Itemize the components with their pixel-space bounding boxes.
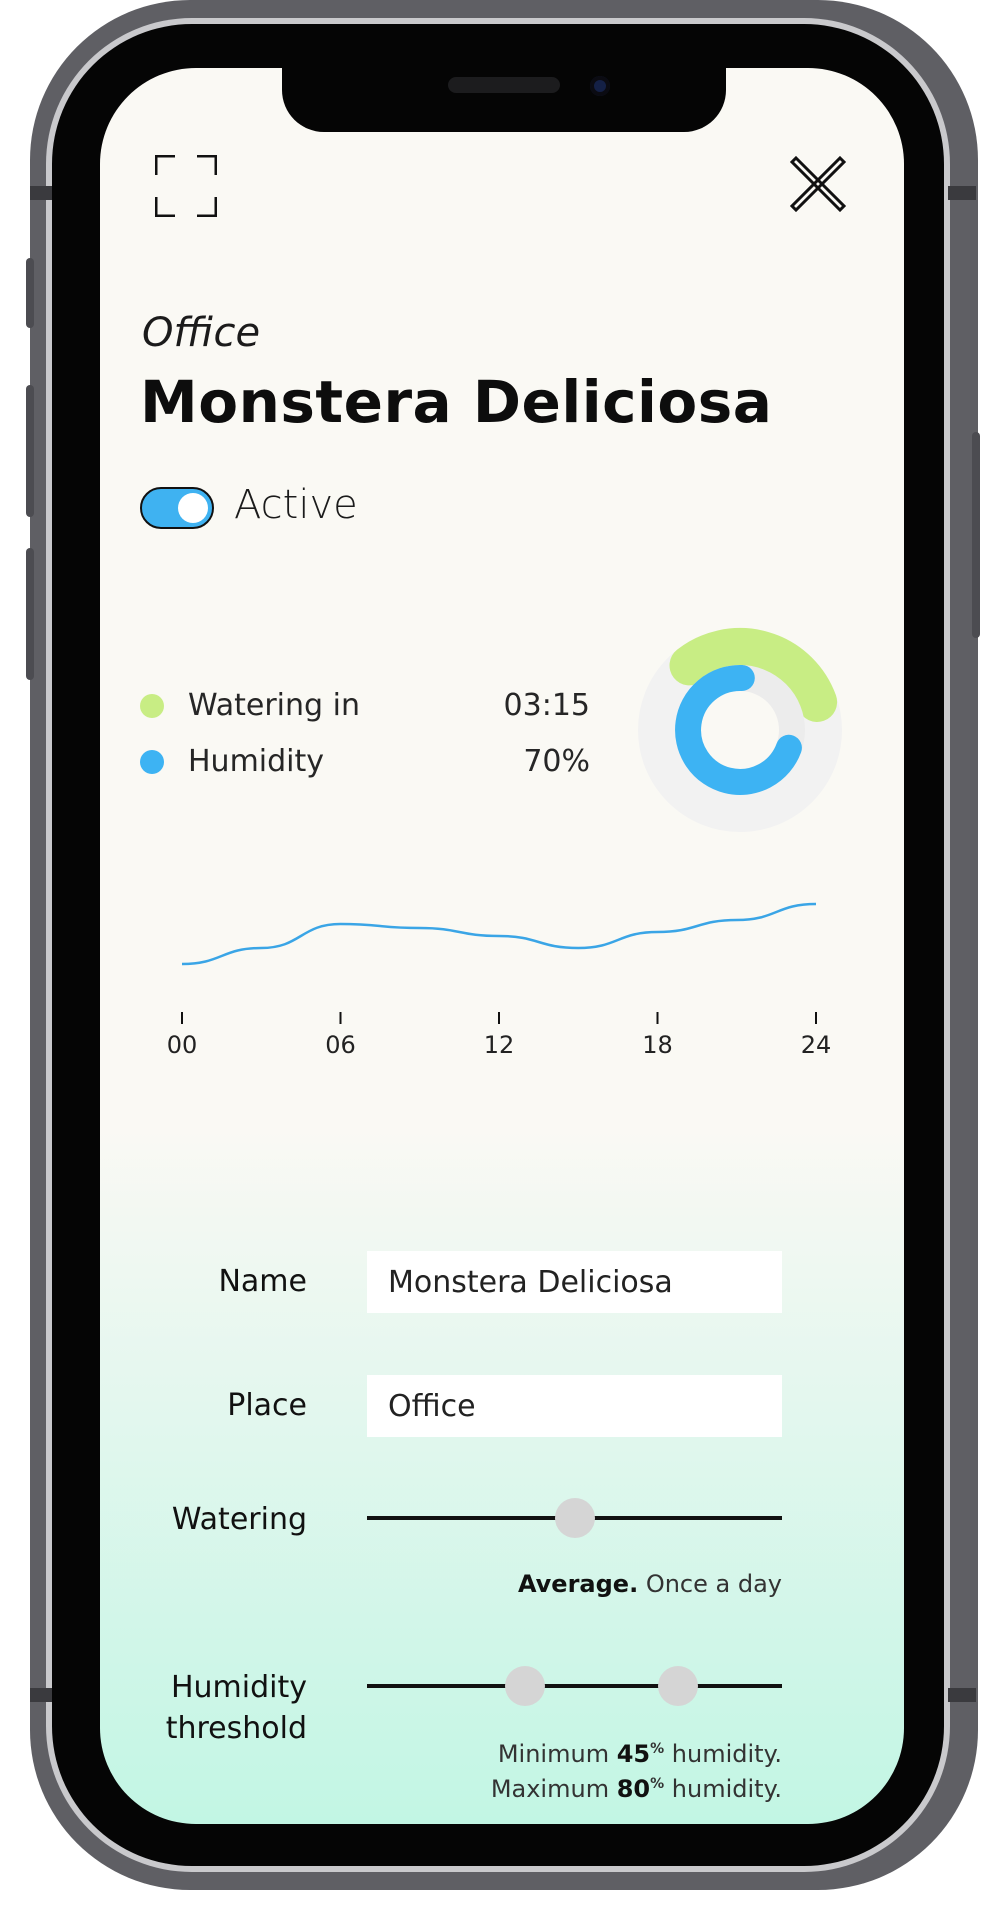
humidity-line-chart: 00 06 12 18 24 bbox=[167, 902, 832, 1059]
humidity-threshold-label-line2: threshold bbox=[165, 1711, 307, 1746]
min-prefix: Minimum bbox=[497, 1740, 610, 1768]
max-percent: % bbox=[650, 1776, 665, 1792]
watering-value: 03:15 bbox=[503, 688, 590, 723]
min-suffix: humidity. bbox=[671, 1740, 782, 1768]
x-tick-label: 18 bbox=[642, 1031, 673, 1059]
min-value: 45 bbox=[616, 1740, 651, 1768]
max-value: 80 bbox=[616, 1775, 651, 1803]
watering-legend-dot bbox=[140, 694, 164, 718]
min-percent: % bbox=[650, 1741, 665, 1757]
antenna-band bbox=[30, 186, 52, 200]
watering-slider-thumb[interactable] bbox=[554, 1498, 595, 1538]
x-axis-ticks: 00 06 12 18 24 bbox=[167, 1012, 832, 1059]
humidity-min-caption: Minimum 45% humidity. bbox=[282, 1740, 782, 1768]
name-label: Name bbox=[218, 1264, 307, 1299]
humidity-label: Humidity bbox=[188, 744, 325, 779]
x-tick-label: 00 bbox=[167, 1031, 198, 1059]
speaker-grille bbox=[448, 77, 560, 93]
mute-switch bbox=[26, 258, 34, 328]
x-tick-label: 06 bbox=[325, 1031, 356, 1059]
antenna-band bbox=[948, 1688, 976, 1702]
humidity-max-caption: Maximum 80% humidity. bbox=[282, 1775, 782, 1803]
watering-caption-bold: Average. bbox=[517, 1570, 639, 1598]
front-camera bbox=[590, 76, 610, 96]
name-input[interactable] bbox=[367, 1251, 782, 1313]
watering-caption-text: Once a day bbox=[645, 1570, 782, 1598]
active-toggle[interactable] bbox=[140, 487, 214, 529]
antenna-band bbox=[948, 186, 976, 200]
watering-label: Watering in bbox=[188, 688, 360, 723]
humidity-range-slider[interactable] bbox=[367, 1684, 782, 1688]
x-tick-label: 12 bbox=[484, 1031, 515, 1059]
humidity-value: 70% bbox=[523, 744, 590, 779]
humidity-trend-line bbox=[181, 902, 817, 966]
max-suffix: humidity. bbox=[671, 1775, 782, 1803]
plant-title: Monstera Deliciosa bbox=[140, 368, 773, 436]
expand-icon[interactable] bbox=[155, 155, 217, 217]
power-button bbox=[972, 432, 980, 638]
place-label: Office bbox=[142, 310, 261, 356]
active-label: Active bbox=[234, 482, 358, 528]
max-prefix: Maximum bbox=[490, 1775, 610, 1803]
watering-caption: Average. Once a day bbox=[282, 1570, 782, 1598]
volume-down-button bbox=[26, 548, 34, 680]
place-input[interactable] bbox=[367, 1375, 782, 1437]
status-donut-chart bbox=[638, 628, 842, 832]
antenna-band bbox=[30, 1688, 52, 1702]
watering-label: Watering bbox=[171, 1502, 307, 1537]
close-icon[interactable] bbox=[790, 156, 846, 212]
volume-up-button bbox=[26, 385, 34, 517]
humidity-threshold-label-line1: Humidity bbox=[170, 1670, 307, 1705]
humidity-max-thumb[interactable] bbox=[658, 1666, 699, 1706]
x-tick-label: 24 bbox=[801, 1031, 832, 1059]
place-field-label: Place bbox=[227, 1388, 307, 1423]
humidity-min-thumb[interactable] bbox=[504, 1666, 545, 1706]
toggle-knob bbox=[178, 493, 208, 523]
humidity-legend-dot bbox=[140, 750, 164, 774]
